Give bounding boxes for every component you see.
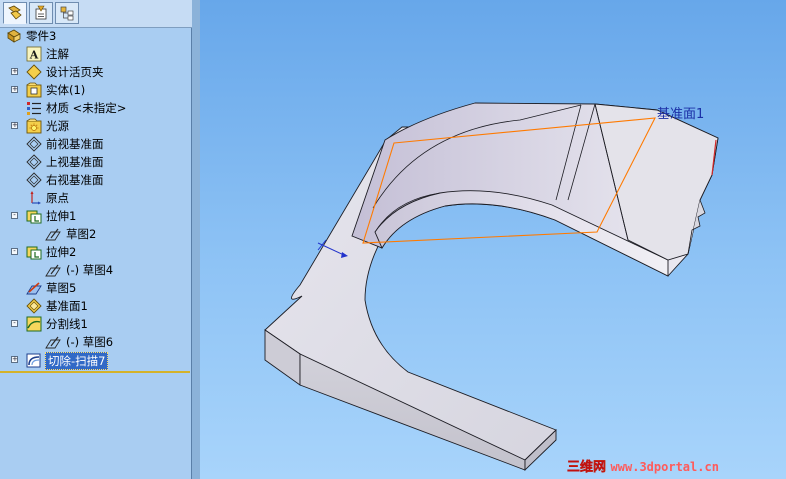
feature-manager-icon	[8, 5, 22, 20]
origin-icon	[30, 191, 41, 205]
tree-item-sketch5[interactable]: 草图5	[0, 279, 190, 297]
feature-manager-panel: 零件3 A 注解 + 设计活页夹 + 实体(1) 材质 <未指定> + 光源 前…	[0, 0, 192, 479]
rollback-bar[interactable]	[0, 371, 190, 373]
tree-item-origin[interactable]: 原点	[0, 189, 190, 207]
graphics-viewport[interactable]: 基准面1 三维网 www.3dportal.cn	[200, 0, 786, 479]
tree-item-label: (-) 草图6	[66, 335, 114, 349]
tree-item-label: 切除-扫描7	[45, 352, 109, 370]
split-line-icon	[26, 316, 42, 332]
swept-cut-icon	[26, 353, 41, 368]
solid-bodies-icon	[26, 82, 42, 98]
extrude-icon	[26, 210, 42, 224]
tab-configurationmanager[interactable]	[55, 2, 79, 24]
property-manager-icon	[35, 5, 47, 20]
tab-featuremanager[interactable]	[3, 2, 27, 24]
design-binder-icon	[26, 64, 42, 80]
tree-item-solid-bodies[interactable]: + 实体(1)	[0, 81, 190, 99]
tree-item-right-plane[interactable]: 右视基准面	[0, 171, 190, 189]
configuration-manager-icon	[60, 6, 74, 21]
tree-item-label: 拉伸2	[46, 245, 77, 259]
tree-item-lights[interactable]: + 光源	[0, 117, 190, 135]
tree-item-label: 零件3	[26, 29, 57, 43]
expand-toggle[interactable]: +	[11, 356, 18, 363]
panel-splitter[interactable]	[192, 0, 200, 479]
tree-item-label: 光源	[46, 119, 69, 133]
annotations-icon: A	[26, 46, 42, 62]
tree-item-annotations[interactable]: A 注解	[0, 45, 190, 63]
tree-item-label: 草图2	[66, 227, 97, 241]
tree-item-label: 分割线1	[46, 317, 88, 331]
plane-icon	[26, 136, 42, 152]
watermark-url: www.3dportal.cn	[610, 460, 719, 474]
expand-toggle[interactable]: +	[11, 86, 18, 93]
tree-item-material[interactable]: 材质 <未指定>	[0, 99, 190, 117]
plane-label: 基准面1	[657, 107, 705, 122]
reference-plane-icon	[26, 298, 42, 314]
expand-toggle[interactable]: +	[11, 68, 18, 75]
lights-icon	[26, 118, 42, 134]
tree-item-sketch2[interactable]: 草图2	[0, 225, 190, 243]
tree-item-label: 材质 <未指定>	[46, 101, 127, 115]
tree-item-split-line1[interactable]: - 分割线1	[0, 315, 190, 333]
tree-item-label: 草图5	[46, 281, 77, 295]
feature-tree: 零件3 A 注解 + 设计活页夹 + 实体(1) 材质 <未指定> + 光源 前…	[0, 27, 190, 372]
extrude-icon	[26, 246, 42, 260]
tree-item-label: 前视基准面	[46, 137, 104, 151]
tree-item-label: 上视基准面	[46, 155, 104, 169]
tree-item-sketch4[interactable]: (-) 草图4	[0, 261, 190, 279]
material-icon	[27, 102, 41, 115]
sketch-icon	[45, 336, 61, 349]
tree-item-design-binder[interactable]: + 设计活页夹	[0, 63, 190, 81]
tab-propertymanager[interactable]	[29, 2, 53, 24]
collapse-toggle[interactable]: -	[11, 212, 18, 219]
watermark-brand: 三维网	[567, 460, 607, 475]
part-icon	[7, 29, 21, 43]
tree-item-label: 拉伸1	[46, 209, 77, 223]
sketch-icon	[45, 264, 61, 277]
tree-item-label: 右视基准面	[46, 173, 104, 187]
tree-item-label: 基准面1	[46, 299, 88, 313]
plane-icon	[26, 154, 42, 170]
tree-item-sketch6[interactable]: (-) 草图6	[0, 333, 190, 351]
tree-item-front-plane[interactable]: 前视基准面	[0, 135, 190, 153]
tree-item-extrude2[interactable]: - 拉伸2	[0, 243, 190, 261]
watermark: 三维网 www.3dportal.cn	[567, 456, 719, 475]
tree-item-label: 原点	[46, 191, 69, 205]
svg-text:A: A	[29, 49, 39, 62]
panel-tab-bar	[0, 0, 192, 28]
sketch-3d-icon	[26, 282, 42, 295]
tree-item-label: 设计活页夹	[46, 65, 104, 79]
tree-item-extrude1[interactable]: - 拉伸1	[0, 207, 190, 225]
tree-item-plane1[interactable]: 基准面1	[0, 297, 190, 315]
expand-toggle[interactable]: +	[11, 122, 18, 129]
tree-item-label: (-) 草图4	[66, 263, 114, 277]
collapse-toggle[interactable]: -	[11, 320, 18, 327]
plane-icon	[26, 172, 42, 188]
sketch-icon	[45, 228, 61, 241]
collapse-toggle[interactable]: -	[11, 248, 18, 255]
tree-item-swept-cut7[interactable]: + 切除-扫描7	[0, 351, 190, 370]
tree-item-part[interactable]: 零件3	[0, 27, 190, 45]
3d-model[interactable]	[200, 0, 786, 479]
tree-item-label: 实体(1)	[46, 83, 86, 97]
tree-item-top-plane[interactable]: 上视基准面	[0, 153, 190, 171]
tree-item-label: 注解	[46, 47, 69, 61]
